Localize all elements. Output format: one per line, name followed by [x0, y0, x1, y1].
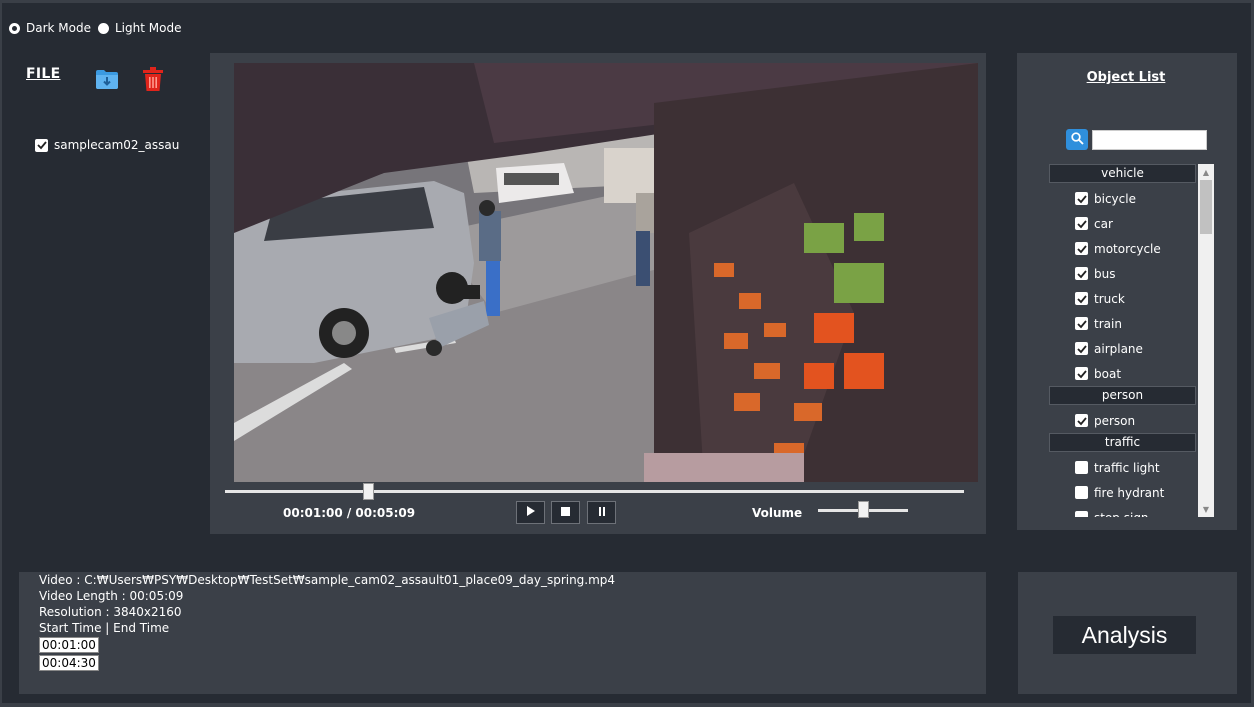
file-section-title: FILE	[26, 66, 61, 82]
object-list-panel: Object List vehicle bicycle car motorcycle b…	[1017, 53, 1237, 530]
dark-mode-radio[interactable]	[9, 22, 20, 34]
category-header-traffic: traffic	[1049, 433, 1196, 452]
object-item-stop-sign[interactable]: stop sign	[1049, 505, 1214, 517]
volume-thumb[interactable]	[858, 501, 869, 518]
object-checkbox[interactable]	[1075, 292, 1088, 305]
object-label: airplane	[1094, 341, 1143, 356]
object-label: traffic light	[1094, 460, 1160, 475]
object-label: bicycle	[1094, 191, 1136, 206]
folder-download-icon[interactable]	[95, 68, 119, 90]
object-label: truck	[1094, 291, 1125, 306]
video-length: Video Length : 00:05:09	[39, 589, 184, 603]
light-mode-radio[interactable]	[98, 22, 109, 34]
object-item-person[interactable]: person	[1049, 408, 1214, 433]
object-label: car	[1094, 216, 1113, 231]
object-item-car[interactable]: car	[1049, 211, 1214, 236]
dark-mode-label[interactable]: Dark Mode	[26, 21, 91, 35]
object-checkbox[interactable]	[1075, 511, 1088, 517]
object-checkbox[interactable]	[1075, 461, 1088, 474]
search-button[interactable]	[1066, 129, 1088, 150]
scroll-thumb[interactable]	[1200, 180, 1212, 234]
category-header-vehicle: vehicle	[1049, 164, 1196, 183]
scroll-up-icon[interactable]: ▲	[1198, 164, 1214, 180]
object-checkbox[interactable]	[1075, 367, 1088, 380]
pause-icon	[598, 506, 605, 519]
light-mode-label[interactable]: Light Mode	[115, 21, 181, 35]
object-checkbox[interactable]	[1075, 267, 1088, 280]
volume-label: Volume	[752, 506, 803, 520]
seek-thumb[interactable]	[363, 483, 375, 500]
stop-button[interactable]	[551, 501, 580, 524]
file-name: samplecam02_assault01_place09_day_spring…	[54, 138, 180, 152]
seek-bar[interactable]	[225, 490, 964, 493]
object-category-list: vehicle bicycle car motorcycle bus truck train…	[1049, 164, 1214, 517]
play-icon	[526, 506, 535, 519]
object-label: train	[1094, 316, 1122, 331]
object-item-truck[interactable]: truck	[1049, 286, 1214, 311]
time-range-header: Start Time | End Time	[39, 621, 170, 635]
video-resolution: Resolution : 3840x2160	[39, 605, 182, 619]
stop-icon	[561, 506, 570, 519]
object-item-airplane[interactable]: airplane	[1049, 336, 1214, 361]
play-button[interactable]	[516, 501, 545, 524]
object-search-input[interactable]	[1092, 130, 1207, 150]
object-item-bus[interactable]: bus	[1049, 261, 1214, 286]
object-checkbox[interactable]	[1075, 192, 1088, 205]
start-time-input[interactable]: 00:01:00	[39, 637, 99, 653]
search-icon	[1070, 130, 1084, 149]
object-checkbox[interactable]	[1075, 486, 1088, 499]
end-time-input[interactable]: 00:04:30	[39, 655, 99, 671]
object-checkbox[interactable]	[1075, 242, 1088, 255]
object-label: fire hydrant	[1094, 485, 1165, 500]
object-checkbox[interactable]	[1075, 342, 1088, 355]
analysis-button[interactable]: Analysis	[1053, 616, 1196, 654]
object-item-train[interactable]: train	[1049, 311, 1214, 336]
video-frame[interactable]	[234, 63, 978, 482]
object-item-motorcycle[interactable]: motorcycle	[1049, 236, 1214, 261]
object-list-scrollbar[interactable]: ▲ ▼	[1198, 164, 1214, 517]
object-checkbox[interactable]	[1075, 414, 1088, 427]
object-list-title: Object List	[1086, 70, 1166, 85]
object-item-traffic-light[interactable]: traffic light	[1049, 455, 1214, 480]
object-label: boat	[1094, 366, 1122, 381]
trash-icon[interactable]	[142, 66, 164, 92]
file-list-item[interactable]: samplecam02_assault01_place09_day_spring…	[35, 138, 180, 152]
scroll-down-icon[interactable]: ▼	[1198, 501, 1214, 517]
time-display: 00:01:00 / 00:05:09	[283, 506, 416, 520]
pause-button[interactable]	[587, 501, 616, 524]
analysis-panel: Analysis	[1018, 572, 1237, 694]
theme-mode-selector: Dark Mode Light Mode	[9, 19, 188, 37]
object-item-bicycle[interactable]: bicycle	[1049, 186, 1214, 211]
video-player-panel: 00:01:00 / 00:05:09 Volume	[210, 53, 986, 534]
object-label: person	[1094, 413, 1136, 428]
video-info-panel: Video : C:₩Users₩PSY₩Desktop₩TestSet₩sam…	[19, 572, 986, 694]
video-path: Video : C:₩Users₩PSY₩Desktop₩TestSet₩sam…	[39, 573, 616, 587]
object-checkbox[interactable]	[1075, 317, 1088, 330]
category-header-person: person	[1049, 386, 1196, 405]
object-label: stop sign	[1094, 511, 1149, 518]
file-checkbox[interactable]	[35, 138, 48, 152]
object-label: motorcycle	[1094, 241, 1161, 256]
object-checkbox[interactable]	[1075, 217, 1088, 230]
object-label: bus	[1094, 266, 1116, 281]
object-item-fire-hydrant[interactable]: fire hydrant	[1049, 480, 1214, 505]
object-item-boat[interactable]: boat	[1049, 361, 1214, 386]
